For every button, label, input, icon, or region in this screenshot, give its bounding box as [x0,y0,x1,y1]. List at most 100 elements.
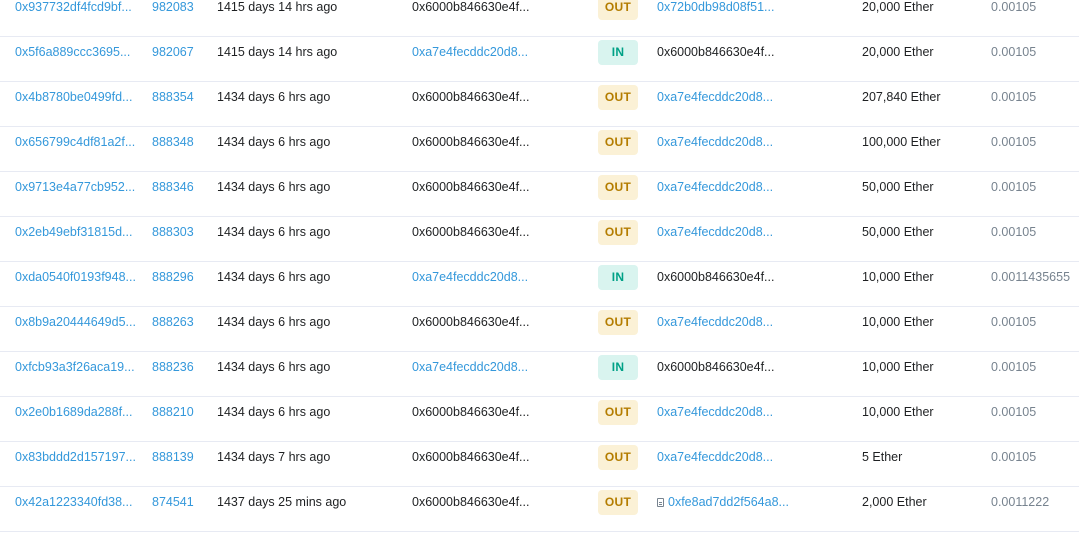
block-number-link[interactable]: 888303 [152,225,194,239]
txn-fee: 0.00105 [991,0,1037,14]
to-address: 0x6000b846630e4f... [657,45,774,59]
block-number-link[interactable]: 888296 [152,270,194,284]
from-address[interactable]: 0xa7e4fecddc20d8... [412,360,528,374]
block-number-link[interactable]: 888354 [152,90,194,104]
from-address[interactable]: 0xa7e4fecddc20d8... [412,45,528,59]
block-number-link[interactable]: 982067 [152,45,194,59]
to-address[interactable]: 0xa7e4fecddc20d8... [657,225,773,239]
txn-hash-link[interactable]: 0x2e0b1689da288f... [15,405,132,419]
txn-hash-link[interactable]: 0x83bddd2d157197... [15,450,136,464]
direction-badge: OUT [598,490,638,515]
to-address-text[interactable]: 0xa7e4fecddc20d8... [657,180,773,194]
from-address[interactable]: 0xa7e4fecddc20d8... [412,270,528,284]
to-address[interactable]: 0xa7e4fecddc20d8... [657,405,773,419]
txn-fee: 0.00105 [991,45,1037,59]
from-address: 0x6000b846630e4f... [412,405,530,419]
txn-value: 10,000 Ether [862,405,934,419]
from-address: 0x6000b846630e4f... [412,90,530,104]
to-address-text: 0x6000b846630e4f... [657,45,775,59]
txn-fee: 0.0011435655 [991,270,1071,284]
block-number-link[interactable]: 888263 [152,315,194,329]
txn-hash-link[interactable]: 0xfcb93a3f26aca19... [15,360,135,374]
from-address: 0x6000b846630e4f... [412,225,530,239]
txn-hash-link[interactable]: 0x656799c4df81a2f... [15,135,135,149]
to-address[interactable]: 0xa7e4fecddc20d8... [657,450,773,464]
txn-age: 1415 days 14 hrs ago [217,0,338,14]
block-number-link[interactable]: 874541 [152,495,194,509]
txn-hash-link[interactable]: 0x9713e4a77cb952... [15,180,135,194]
table-row: 0x8b9a20444649d5... 888263 1434 days 6 hrs… [0,307,1079,352]
table-row: 0x42a1223340fd38... 874541 1437 days 25 mi… [0,487,1079,532]
table-row: 0x2eb49ebf31815d... 888303 1434 days 6 hrs… [0,217,1079,262]
to-address-text[interactable]: 0xa7e4fecddc20d8... [657,450,773,464]
txn-hash-link[interactable]: 0xda0540f0193f948... [15,270,136,284]
to-address[interactable]: 0x72b0db98d08f51... [657,0,774,14]
txn-age: 1437 days 25 mins ago [217,495,347,509]
to-address-text[interactable]: 0xa7e4fecddc20d8... [657,315,773,329]
txn-hash-link[interactable]: 0x8b9a20444649d5... [15,315,136,329]
to-address: 0x6000b846630e4f... [657,270,774,284]
table-row: 0x4b8780be0499fd... 888354 1434 days 6 hrs… [0,82,1079,127]
to-address[interactable]: 0xa7e4fecddc20d8... [657,135,773,149]
txn-age: 1434 days 6 hrs ago [217,225,331,239]
from-address: 0x6000b846630e4f... [412,180,530,194]
table-row: 0x5f6a889ccc3695... 982067 1415 days 14 hr… [0,37,1079,82]
table-row: 0x656799c4df81a2f... 888348 1434 days 6 hr… [0,127,1079,172]
to-address-text: 0x6000b846630e4f... [657,360,775,374]
block-number-link[interactable]: 888210 [152,405,194,419]
txn-age: 1415 days 14 hrs ago [217,45,338,59]
txn-hash-link[interactable]: 0x4b8780be0499fd... [15,90,132,104]
to-address-text[interactable]: 0x72b0db98d08f51... [657,0,774,14]
table-row: 0x83bddd2d157197... 888139 1434 days 7 hrs… [0,442,1079,487]
txn-value: 2,000 Ether [862,495,927,509]
direction-badge: OUT [598,0,638,20]
from-address: 0x6000b846630e4f... [412,0,530,14]
block-number-link[interactable]: 888139 [152,450,194,464]
to-address-text[interactable]: 0xa7e4fecddc20d8... [657,405,773,419]
txn-hash-link[interactable]: 0x42a1223340fd38... [15,495,132,509]
txn-fee: 0.00105 [991,360,1037,374]
to-address-text[interactable]: 0xfe8ad7dd2f564a8... [668,495,789,509]
direction-badge: IN [598,355,638,380]
contract-file-icon [657,498,664,507]
txn-value: 50,000 Ether [862,225,934,239]
txn-fee: 0.00105 [991,180,1037,194]
txn-fee: 0.00105 [991,225,1037,239]
table-row: 0x937732df4fcd9bf... 982083 1415 days 14 h… [0,0,1079,37]
transactions-table: 0x937732df4fcd9bf... 982083 1415 days 14 h… [0,0,1079,535]
txn-value: 50,000 Ether [862,180,934,194]
block-number-link[interactable]: 888346 [152,180,194,194]
txn-hash-link[interactable]: 0x937732df4fcd9bf... [15,0,132,14]
txn-fee: 0.0011222 [991,495,1050,509]
block-number-link[interactable]: 888348 [152,135,194,149]
direction-badge: IN [598,40,638,65]
to-address: 0x6000b846630e4f... [657,360,774,374]
to-address[interactable]: 0xa7e4fecddc20d8... [657,315,773,329]
txn-value: 207,840 Ether [862,90,941,104]
table-row: 0x2e0b1689da288f... 888210 1434 days 6 hrs… [0,397,1079,442]
txn-value: 100,000 Ether [862,135,941,149]
direction-badge: OUT [598,445,638,470]
txn-hash-link[interactable]: 0x5f6a889ccc3695... [15,45,130,59]
txn-age: 1434 days 6 hrs ago [217,180,331,194]
txn-age: 1434 days 7 hrs ago [217,450,331,464]
table-row: 0xfcb93a3f26aca19... 888236 1434 days 6 hr… [0,352,1079,397]
block-number-link[interactable]: 888236 [152,360,194,374]
to-address[interactable]: 0xa7e4fecddc20d8... [657,90,773,104]
from-address: 0x6000b846630e4f... [412,495,530,509]
from-address: 0x6000b846630e4f... [412,315,530,329]
txn-fee: 0.00105 [991,135,1037,149]
txn-hash-link[interactable]: 0x2eb49ebf31815d... [15,225,132,239]
to-address[interactable]: 0xfe8ad7dd2f564a8... [657,495,789,509]
to-address-text: 0x6000b846630e4f... [657,270,775,284]
txn-fee: 0.00105 [991,405,1037,419]
to-address-text[interactable]: 0xa7e4fecddc20d8... [657,90,773,104]
direction-badge: OUT [598,175,638,200]
to-address-text[interactable]: 0xa7e4fecddc20d8... [657,225,773,239]
to-address-text[interactable]: 0xa7e4fecddc20d8... [657,135,773,149]
to-address[interactable]: 0xa7e4fecddc20d8... [657,180,773,194]
txn-fee: 0.00105 [991,450,1037,464]
txn-value: 10,000 Ether [862,315,934,329]
txn-value: 10,000 Ether [862,360,934,374]
block-number-link[interactable]: 982083 [152,0,194,14]
